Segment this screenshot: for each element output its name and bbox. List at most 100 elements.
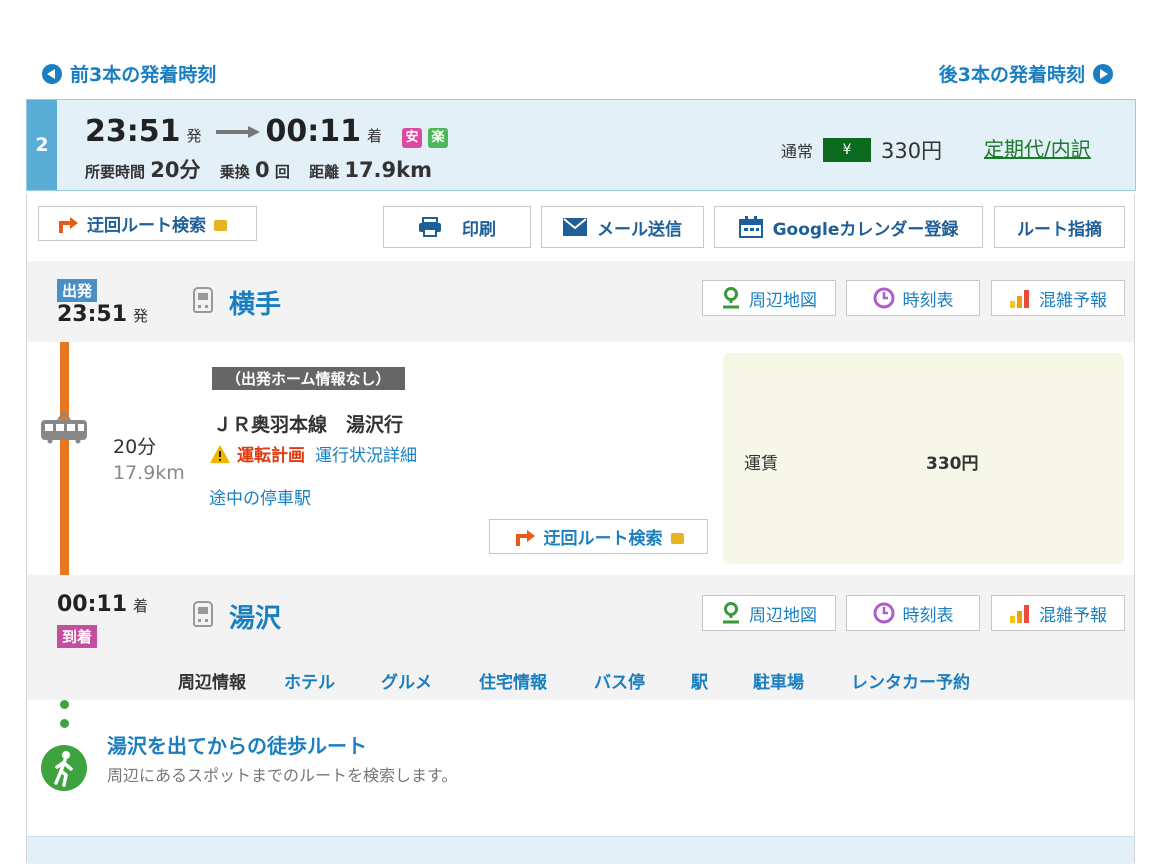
route-summary: 2 23:51 発 00:11 着 安 楽 所要時間 20分 乗換 0 回 距離… <box>26 99 1136 191</box>
arrow-right-icon <box>1093 63 1113 84</box>
housing-link[interactable]: 住宅情報 <box>479 668 547 693</box>
print-label: 印刷 <box>462 219 496 240</box>
gourmet-link[interactable]: グルメ <box>381 668 432 693</box>
yen-icon: ¥ <box>823 138 872 162</box>
dest-station-name[interactable]: 湯沢 <box>229 598 281 635</box>
route-stats: 所要時間 20分 乗換 0 回 距離 17.9km <box>85 154 432 184</box>
fare-panel: 運賃 330円 <box>723 353 1124 564</box>
depart-tag: 出発 <box>57 279 98 302</box>
distance-value: 17.9km <box>344 158 432 182</box>
distance-label: 距離 <box>309 163 340 181</box>
transfer-value: 0 <box>254 158 270 182</box>
map-pin-icon <box>723 602 739 624</box>
origin-time: 23:51 <box>57 302 128 327</box>
departure-suffix: 発 <box>186 127 202 145</box>
printer-icon <box>419 217 441 237</box>
google-calendar-button[interactable]: Googleカレンダー登録 <box>714 206 983 248</box>
footer-band <box>27 836 1134 864</box>
clock-icon <box>873 602 894 624</box>
dest-time-suffix: 着 <box>133 597 149 615</box>
origin-station-name[interactable]: 横手 <box>229 284 281 321</box>
lock-icon <box>214 220 227 231</box>
transfer-label: 乗換 <box>219 163 250 181</box>
time-row: 23:51 発 00:11 着 安 楽 <box>85 114 449 149</box>
fare-value: 330円 <box>881 139 943 163</box>
dest-time-row: 00:11 着 <box>57 592 148 617</box>
service-plan-warning: 運転計画 <box>237 446 305 466</box>
arrival-time: 00:11 <box>265 114 362 149</box>
route-number: 2 <box>27 100 57 190</box>
dest-map-label: 周辺地図 <box>749 605 817 626</box>
bus-stop-link[interactable]: バス停 <box>594 668 645 693</box>
service-status-link[interactable]: 運行状況詳細 <box>315 441 417 466</box>
origin-crowd-label: 混雑予報 <box>1039 290 1107 311</box>
duration-label: 所要時間 <box>85 163 146 181</box>
calendar-label: Googleカレンダー登録 <box>772 219 959 240</box>
mail-icon <box>563 218 587 236</box>
walking-person-icon <box>41 745 87 791</box>
route-report-button[interactable]: ルート指摘 <box>994 206 1125 248</box>
walk-route-link[interactable]: 湯沢を出てからの徒歩ルート <box>107 730 367 759</box>
line-name: ＪＲ奥羽本線 湯沢行 <box>213 414 404 436</box>
arrive-tag: 到着 <box>57 625 98 648</box>
map-pin-icon <box>723 287 739 309</box>
walk-dot <box>60 719 69 728</box>
arrival-suffix: 着 <box>367 127 383 145</box>
origin-map-button[interactable]: 周辺地図 <box>702 280 836 316</box>
walk-dot <box>60 700 69 709</box>
mail-label: メール送信 <box>597 219 682 240</box>
calendar-icon <box>738 216 763 238</box>
mail-button[interactable]: メール送信 <box>541 206 704 248</box>
next-departures-label: 後3本の発着時刻 <box>938 64 1085 86</box>
print-button[interactable]: 印刷 <box>383 206 531 248</box>
detour-search-button[interactable]: 迂回ルート検索 <box>38 206 257 241</box>
station-link[interactable]: 駅 <box>691 668 708 693</box>
origin-timetable-button[interactable]: 時刻表 <box>846 280 980 316</box>
origin-time-row: 23:51 発 <box>57 302 148 327</box>
route-report-label: ルート指摘 <box>1017 219 1102 240</box>
origin-time-suffix: 発 <box>133 307 149 325</box>
detour-icon <box>59 216 78 233</box>
hotel-link[interactable]: ホテル <box>284 668 335 693</box>
transfer-unit: 回 <box>274 163 290 181</box>
dest-crowd-button[interactable]: 混雑予報 <box>991 595 1125 631</box>
dest-time: 00:11 <box>57 592 128 617</box>
rental-car-link[interactable]: レンタカー予約 <box>851 668 970 693</box>
origin-map-label: 周辺地図 <box>749 290 817 311</box>
parking-link[interactable]: 駐車場 <box>753 668 804 693</box>
train-icon <box>41 410 87 444</box>
clock-icon <box>873 287 894 309</box>
badge-safe: 安 <box>402 128 423 148</box>
station-icon <box>193 287 213 313</box>
departure-time: 23:51 <box>85 114 181 149</box>
dest-timetable-label: 時刻表 <box>902 605 954 626</box>
segment-detour-button[interactable]: 迂回ルート検索 <box>489 519 708 554</box>
duration-value: 20分 <box>150 158 201 182</box>
detour-label: 迂回ルート検索 <box>87 216 206 236</box>
prev-departures-label: 前3本の発着時刻 <box>70 64 217 86</box>
fare-amount: 330円 <box>926 454 979 474</box>
dest-timetable-button[interactable]: 時刻表 <box>846 595 980 631</box>
badge-easy: 楽 <box>428 128 449 148</box>
dest-map-button[interactable]: 周辺地図 <box>702 595 836 631</box>
origin-crowd-button[interactable]: 混雑予報 <box>991 280 1125 316</box>
station-icon <box>193 601 213 627</box>
segment-duration: 20分 <box>113 436 157 458</box>
next-departures-link[interactable]: 後3本の発着時刻 <box>939 60 1113 87</box>
dest-crowd-label: 混雑予報 <box>1039 605 1107 626</box>
lock-icon <box>670 533 684 544</box>
line-color-bar <box>60 342 69 575</box>
warning-icon <box>210 444 230 463</box>
service-status-row: 運転計画 運行状況詳細 <box>209 441 417 466</box>
arrow-right-icon <box>215 125 260 138</box>
origin-timetable-label: 時刻表 <box>902 290 954 311</box>
walk-route-description: 周辺にあるスポットまでのルートを検索します。 <box>107 766 458 785</box>
intermediate-stops-link[interactable]: 途中の停車駅 <box>209 484 311 509</box>
crowd-bars-icon <box>1010 290 1029 308</box>
area-info-label: 周辺情報 <box>178 673 246 693</box>
fare-label: 運賃 <box>744 454 778 474</box>
commuter-pass-link[interactable]: 定期代/内訳 <box>984 133 1091 162</box>
segment-distance: 17.9km <box>113 462 185 484</box>
prev-departures-link[interactable]: 前3本の発着時刻 <box>42 60 216 87</box>
segment-detour-label: 迂回ルート検索 <box>543 529 663 549</box>
